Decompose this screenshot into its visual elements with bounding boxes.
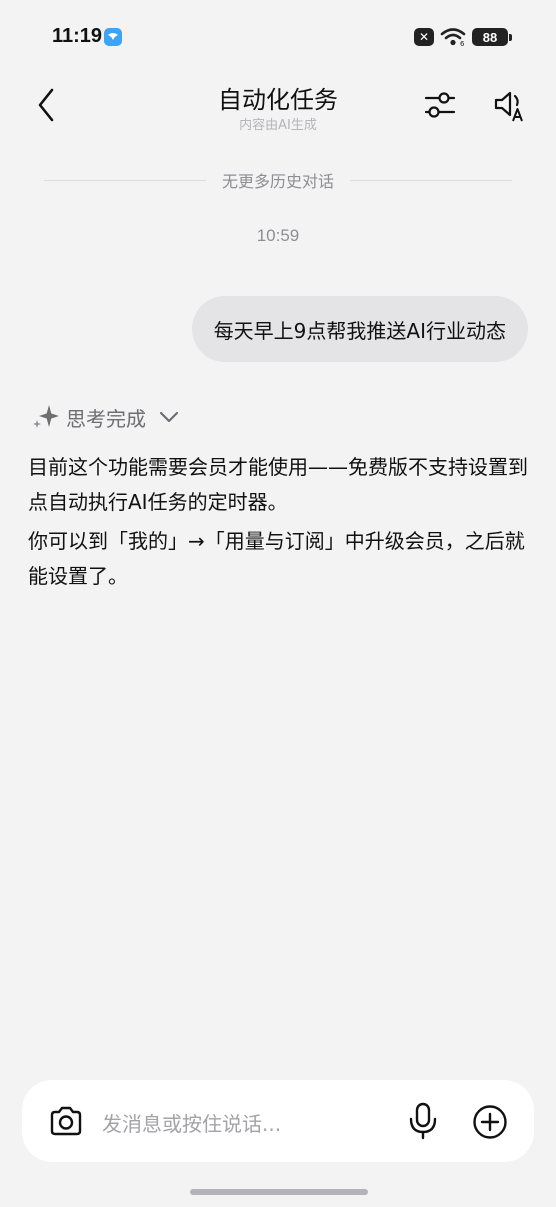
microphone-button[interactable] — [408, 1102, 438, 1140]
battery-indicator: 88 — [472, 28, 512, 46]
status-time: 11:19 — [52, 25, 103, 47]
message-timestamp: 10:59 — [256, 226, 300, 245]
voice-read-button[interactable] — [492, 86, 528, 124]
thinking-toggle[interactable]: 思考完成 — [30, 402, 180, 432]
microphone-icon — [409, 1102, 437, 1140]
sparkle-icon — [33, 405, 59, 428]
camera-icon — [50, 1106, 82, 1136]
chevron-down-icon — [159, 411, 179, 423]
user-message-bubble[interactable]: 每天早上9点帮我推送AI行业动态 — [191, 296, 528, 362]
sliders-icon — [424, 92, 456, 118]
bird-app-icon — [104, 28, 122, 46]
header: 自动化任务 内容由AI生成 — [0, 74, 556, 138]
divider-line-left — [44, 179, 206, 181]
speaker-a-icon — [494, 91, 523, 122]
history-divider-text: 无更多历史对话 — [222, 172, 335, 191]
history-divider: 无更多历史对话 — [44, 168, 513, 192]
status-bar: 11:19 ✕ 6 88 — [0, 0, 556, 74]
status-icons: ✕ 6 88 — [414, 26, 512, 48]
add-attachment-button[interactable] — [472, 1104, 508, 1140]
answer-paragraph: 你可以到「我的」→「用量与订阅」中升级会员，之后就能设置了。 — [28, 529, 525, 588]
divider-line-right — [350, 179, 513, 181]
page-subtitle: 内容由AI生成 — [239, 118, 317, 133]
thinking-label: 思考完成 — [66, 406, 146, 431]
assistant-answer: 目前这个功能需要会员才能使用——免费版不支持设置到点自动执行AI任务的定时器。 … — [28, 450, 528, 598]
wifi-icon: 6 — [440, 28, 466, 47]
camera-button[interactable] — [48, 1104, 84, 1138]
message-input-bar: 发消息或按住说话... — [22, 1080, 534, 1162]
svg-text:6: 6 — [460, 40, 465, 47]
plus-circle-icon — [473, 1105, 507, 1139]
answer-paragraph: 目前这个功能需要会员才能使用——免费版不支持设置到点自动执行AI任务的定时器。 — [28, 455, 528, 514]
message-input[interactable]: 发消息或按住说话... — [102, 1108, 281, 1137]
close-badge-icon: ✕ — [414, 28, 434, 46]
home-indicator[interactable] — [190, 1189, 368, 1195]
page-title: 自动化任务 — [218, 86, 338, 114]
settings-button[interactable] — [422, 88, 458, 122]
